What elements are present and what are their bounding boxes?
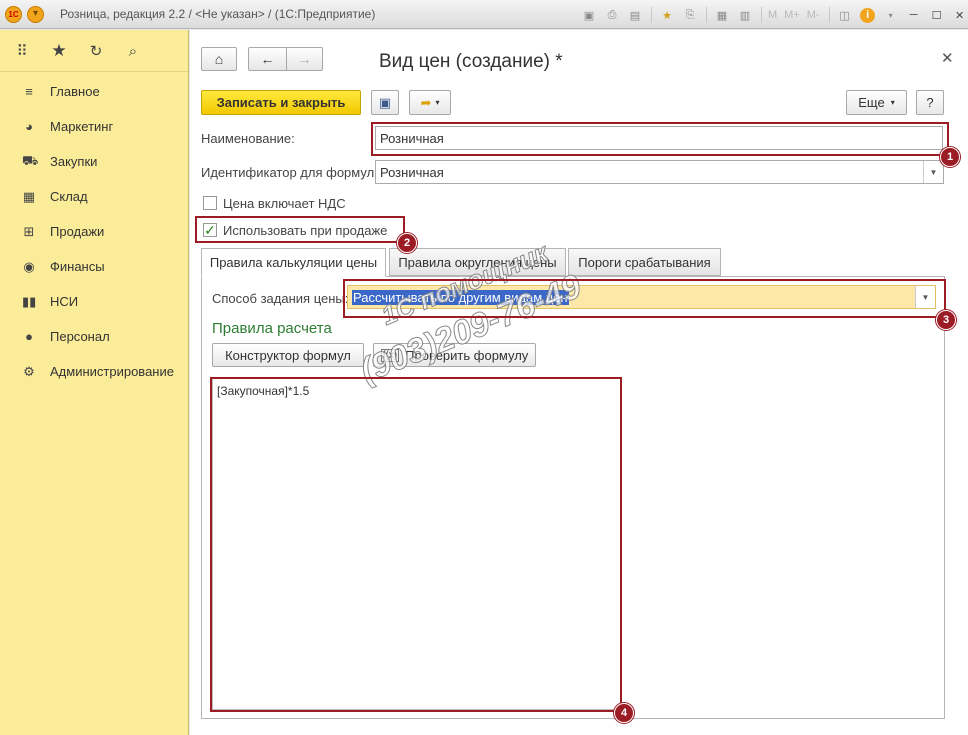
calculator-icon[interactable]: ▦: [713, 6, 731, 24]
close-window-icon[interactable]: ✕: [951, 6, 968, 24]
warehouse-icon: ▦: [22, 188, 36, 204]
search-icon[interactable]: ⌕: [123, 41, 143, 61]
star-icon[interactable]: ★: [49, 41, 69, 61]
formula-id-label: Идентификатор для формул:: [201, 165, 378, 180]
sidebar-item-purchases[interactable]: ⛟ Закупки: [0, 144, 189, 179]
preview-icon[interactable]: ▤: [626, 6, 644, 24]
apps-grid-icon[interactable]: ⠿: [12, 41, 32, 61]
annotation-badge-4: 4: [614, 703, 634, 723]
formula-builder-button[interactable]: Конструктор формул: [212, 343, 364, 367]
save-icon[interactable]: ▣: [580, 6, 598, 24]
formula-textarea[interactable]: [Закупочная]*1.5: [212, 378, 621, 710]
use-in-sale-checkbox[interactable]: ✓: [203, 223, 217, 237]
form-area: ⌂ ← → Вид цен (создание) * ✕ Записать и …: [190, 30, 968, 735]
chevron-down-icon: ▾: [435, 98, 440, 107]
pie-chart-icon: ◕: [25, 119, 33, 134]
annotation-badge-2: 2: [397, 233, 417, 253]
annotation-badge-1: 1: [940, 147, 960, 167]
sidebar-item-staff[interactable]: ● Персонал: [0, 319, 189, 354]
menu-icon: ≡: [25, 84, 33, 99]
info-menu-icon[interactable]: ▾: [882, 6, 900, 24]
vat-checkbox[interactable]: [203, 196, 217, 210]
arrow-left-icon: ←: [260, 51, 275, 67]
basket-icon: ⊞: [23, 223, 35, 239]
help-button[interactable]: ?: [916, 90, 944, 115]
home-icon: ⌂: [214, 51, 224, 67]
function-icon: f(x): [380, 348, 400, 362]
gear-icon: ⚙: [23, 363, 35, 379]
close-form-icon[interactable]: ✕: [941, 49, 954, 67]
name-label: Наименование:: [201, 131, 295, 146]
memory-minus-icon[interactable]: M-: [807, 6, 820, 24]
folder-arrow-icon: ➦: [420, 94, 432, 110]
books-icon: ▮▮: [22, 293, 37, 309]
chevron-down-icon[interactable]: ▼: [915, 286, 935, 308]
1c-logo-icon[interactable]: 1С: [5, 6, 22, 23]
sections-panel: ⠿ ★ ↻ ⌕ ≡ Главное ◕ Маркетинг ⛟ Закупки …: [0, 30, 189, 735]
chevron-down-icon[interactable]: ▼: [923, 161, 943, 183]
annotation-badge-3: 3: [936, 310, 956, 330]
save-button[interactable]: ▣: [371, 90, 399, 115]
panels-icon[interactable]: ◫: [836, 6, 854, 24]
vat-checkbox-label: Цена включает НДС: [223, 196, 346, 211]
home-button[interactable]: ⌂: [201, 47, 237, 71]
cart-icon: ⛟: [22, 152, 39, 168]
person-icon: ●: [25, 329, 33, 344]
sidebar-item-marketing[interactable]: ◕ Маркетинг: [0, 109, 189, 144]
memory-plus-icon[interactable]: M+: [784, 6, 800, 24]
tab-thresholds[interactable]: Пороги срабатывания: [568, 248, 721, 276]
tab-calculation-rules[interactable]: Правила калькуляции цены: [201, 248, 386, 277]
create-based-on-button[interactable]: ➦ ▾: [409, 90, 451, 115]
window-title: Розница, редакция 2.2 / <Не указан> / (1…: [60, 7, 376, 21]
tab-rounding-rules[interactable]: Правила округления цены: [389, 248, 566, 276]
window-titlebar: 1С ▾ Розница, редакция 2.2 / <Не указан>…: [0, 0, 968, 29]
price-method-select[interactable]: Рассчитывать по другим видам цен ▼: [347, 285, 936, 309]
price-method-label: Способ задания цены:: [212, 291, 349, 306]
sidebar-item-sales[interactable]: ⊞ Продажи: [0, 214, 189, 249]
use-in-sale-label: Использовать при продаже: [223, 223, 388, 238]
sidebar-item-main[interactable]: ≡ Главное: [0, 74, 189, 109]
forward-button[interactable]: →: [286, 47, 323, 71]
floppy-icon: ▣: [378, 94, 392, 110]
name-field[interactable]: Розничная: [375, 126, 943, 150]
sidebar-item-nsi[interactable]: ▮▮ НСИ: [0, 284, 189, 319]
coin-icon: ◉: [23, 258, 35, 274]
save-close-button[interactable]: Записать и закрыть: [201, 90, 361, 115]
info-icon[interactable]: i: [859, 6, 877, 24]
sidebar-toolbar: ⠿ ★ ↻ ⌕: [0, 30, 188, 72]
memory-icon[interactable]: M: [768, 6, 777, 24]
form-title: Вид цен (создание) *: [379, 51, 563, 72]
window-toolbar: ▣ ⎙ ▤ ★ ⎘ ▦ ▥ M M+ M- ◫ i ▾ ─ ☐ ✕: [580, 5, 968, 25]
chevron-down-icon: ▾: [890, 98, 895, 107]
print-icon[interactable]: ⎙: [603, 6, 621, 24]
main-menu-icon[interactable]: ▾: [27, 6, 44, 23]
calendar-icon[interactable]: ▥: [736, 6, 754, 24]
minimize-icon[interactable]: ─: [905, 6, 923, 24]
history-icon[interactable]: ↻: [86, 41, 106, 61]
arrow-right-icon: →: [297, 51, 312, 67]
sidebar-item-admin[interactable]: ⚙ Администрирование: [0, 354, 189, 389]
check-formula-button[interactable]: f(x) Проверить формулу: [373, 343, 536, 367]
maximize-icon[interactable]: ☐: [928, 6, 946, 24]
back-button[interactable]: ←: [248, 47, 286, 71]
sidebar-item-finance[interactable]: ◉ Финансы: [0, 249, 189, 284]
sidebar-item-warehouse[interactable]: ▦ Склад: [0, 179, 189, 214]
favorites-add-icon[interactable]: ★: [658, 6, 676, 24]
more-button[interactable]: Еще ▾: [846, 90, 907, 115]
formula-id-field[interactable]: Розничная ▼: [375, 160, 944, 184]
link-icon[interactable]: ⎘: [681, 6, 699, 24]
rules-section-title: Правила расчета: [212, 320, 332, 337]
